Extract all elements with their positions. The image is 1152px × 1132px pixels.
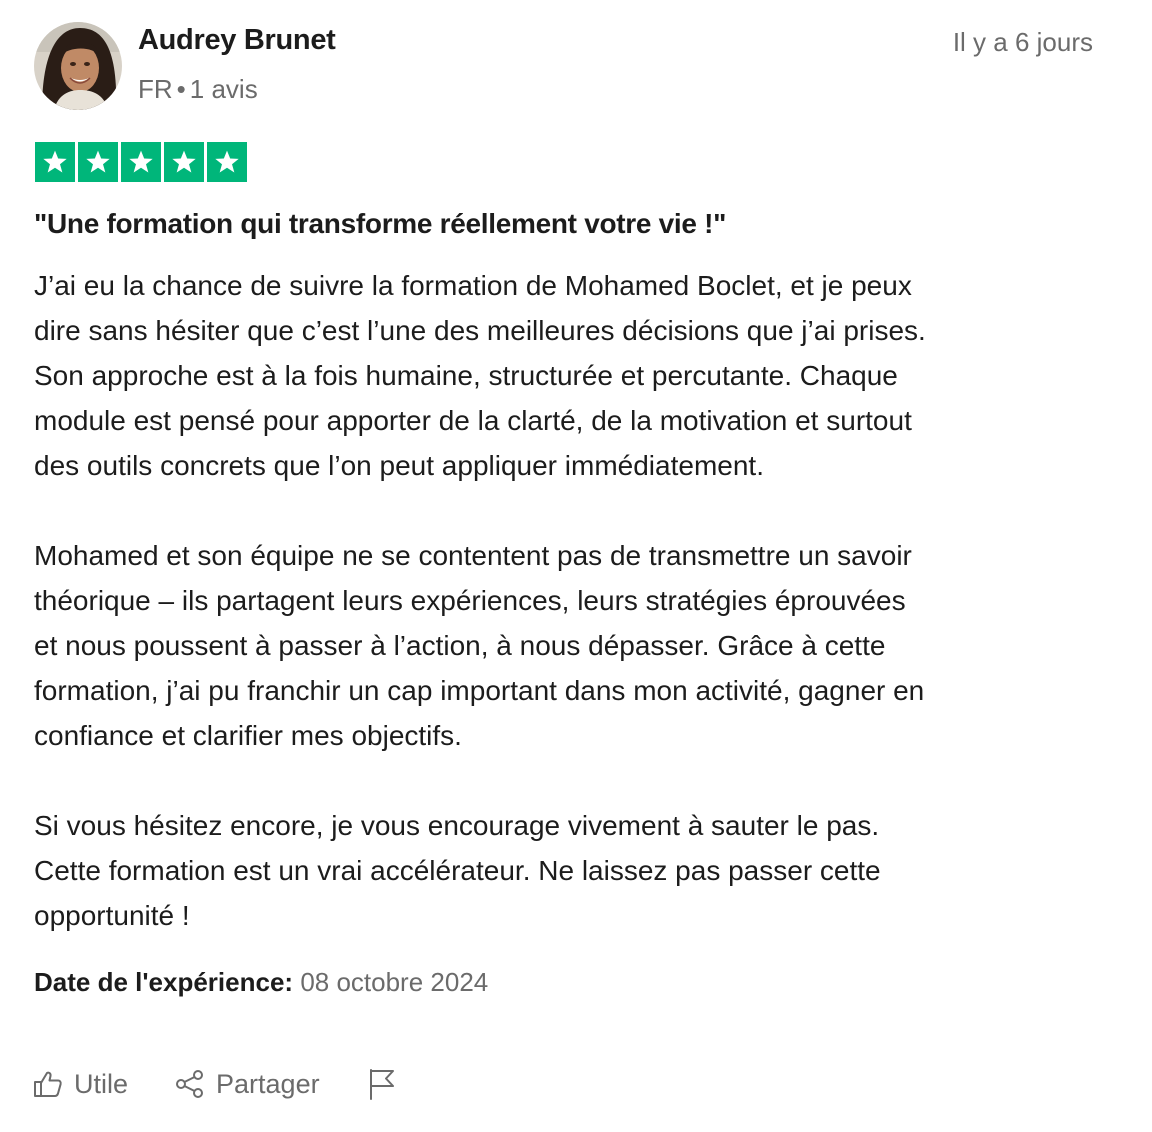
reviewer-meta: FR • 1 avis (138, 74, 258, 105)
share-label: Partager (216, 1068, 320, 1099)
star-icon (164, 142, 204, 182)
experience-date-value: 08 octobre 2024 (300, 967, 489, 997)
share-icon (174, 1068, 206, 1100)
user-photo-icon (34, 22, 122, 110)
experience-date-label: Date de l'expérience: (34, 967, 294, 997)
review-paragraph: J’ai eu la chance de suivre la formation… (34, 270, 926, 481)
star-icon (35, 142, 75, 182)
thumbs-up-icon (32, 1068, 64, 1100)
star-rating (35, 142, 247, 182)
star-icon (78, 142, 118, 182)
useful-label: Utile (74, 1068, 129, 1099)
star-icon (121, 142, 161, 182)
experience-date: Date de l'expérience: 08 octobre 2024 (34, 967, 488, 998)
reviewer-country: FR (138, 74, 173, 104)
useful-button[interactable]: Utile (32, 1068, 128, 1100)
flag-icon (366, 1067, 398, 1101)
report-button[interactable] (366, 1067, 398, 1101)
meta-separator: • (176, 74, 186, 104)
review-paragraph: Mohamed et son équipe ne se contentent p… (34, 540, 925, 751)
review-card: Audrey Brunet FR • 1 avis Il y a 6 jours "… (0, 0, 1152, 1132)
star-icon (207, 142, 247, 182)
review-actions: Utile Partager (32, 1062, 398, 1106)
review-title[interactable]: "Une formation qui transforme réellement… (34, 208, 726, 240)
review-paragraph: Si vous hésitez encore, je vous encourag… (34, 810, 881, 931)
avatar[interactable] (34, 22, 122, 110)
review-body: J’ai eu la chance de suivre la formation… (34, 263, 1118, 983)
reviewer-name[interactable]: Audrey Brunet (138, 24, 336, 57)
reviewer-reviews-count: 1 avis (189, 74, 258, 104)
share-button[interactable]: Partager (174, 1068, 320, 1100)
review-relative-date: Il y a 6 jours (952, 27, 1093, 57)
